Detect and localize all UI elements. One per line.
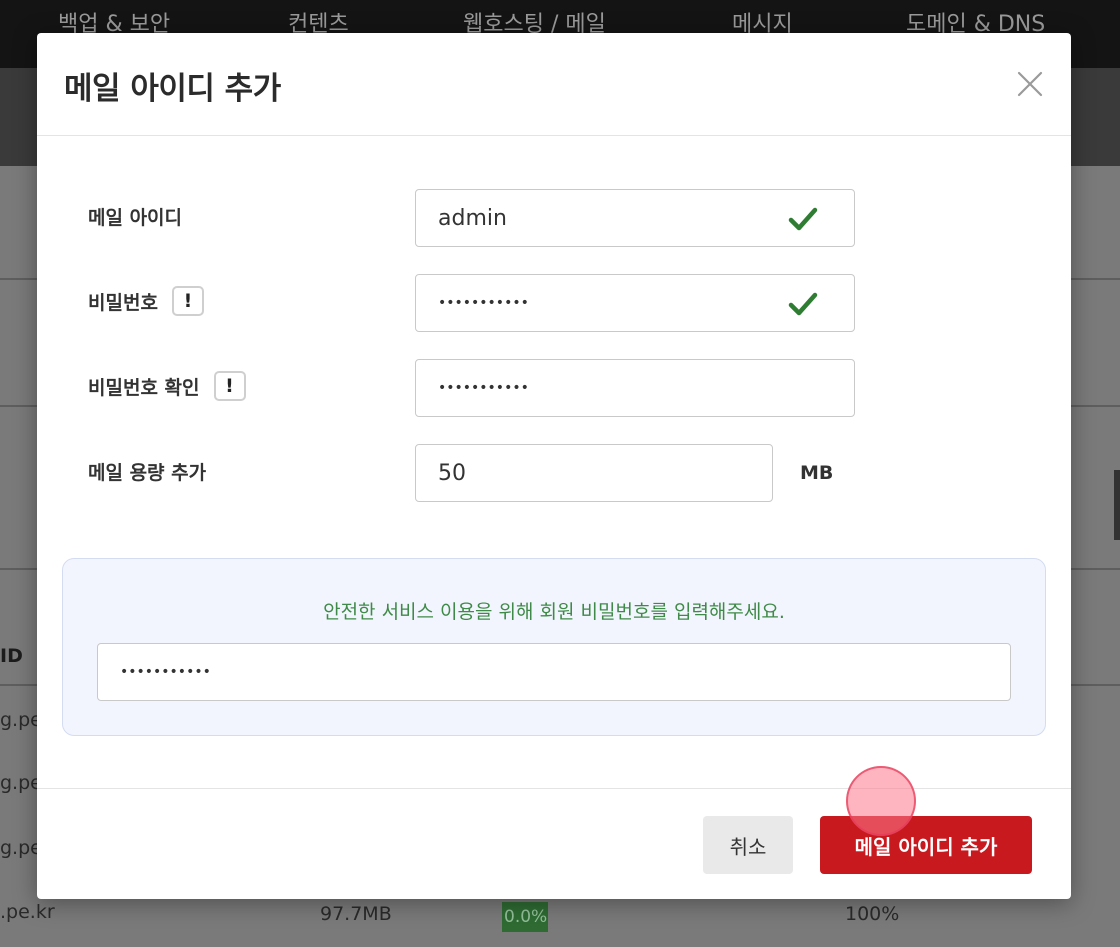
table-row[interactable]: .pe.kr: [0, 901, 55, 923]
modal-title: 메일 아이디 추가: [64, 71, 281, 107]
modal-footer: 취소 메일 아이디 추가: [37, 788, 1071, 899]
modal-header: 메일 아이디 추가: [37, 33, 1071, 136]
password-confirm-input[interactable]: [416, 360, 854, 416]
password-confirm-label: 비밀번호 확인 !: [88, 371, 246, 401]
password-confirm-field-wrapper: [415, 359, 855, 417]
table-row[interactable]: g.pe: [0, 837, 42, 859]
check-icon: [788, 207, 818, 231]
row-size: 97.7MB: [320, 903, 392, 925]
table-row[interactable]: g.pe: [0, 709, 42, 731]
quota-field-wrapper: [415, 444, 773, 502]
password-info-icon[interactable]: !: [171, 286, 204, 316]
password-label-text: 비밀번호: [88, 291, 158, 314]
password-field-wrapper: [415, 274, 855, 332]
member-password-field-wrapper: [97, 643, 1011, 701]
password-confirm-info-icon[interactable]: !: [213, 371, 246, 401]
usage-bar: 0.0%: [502, 902, 548, 932]
scroll-handle[interactable]: [1114, 470, 1120, 540]
cancel-button[interactable]: 취소: [703, 816, 793, 874]
quota-unit: MB: [800, 462, 834, 484]
check-icon: [788, 292, 818, 316]
close-button[interactable]: [1015, 69, 1045, 99]
verify-notice: 안전한 서비스 이용을 위해 회원 비밀번호를 입력해주세요.: [323, 601, 785, 623]
table-header-id: ID: [0, 645, 23, 667]
quota-label: 메일 용량 추가: [88, 458, 206, 485]
usage-label: 0.0%: [504, 907, 548, 927]
close-icon: [1017, 71, 1043, 97]
member-password-input[interactable]: [98, 644, 1010, 700]
table-row[interactable]: g.pe: [0, 772, 42, 794]
mail-id-field-wrapper: [415, 189, 855, 247]
quota-label-text: 메일 용량 추가: [88, 462, 207, 484]
mail-id-label-text: 메일 아이디: [88, 207, 183, 229]
quota-input[interactable]: [416, 445, 772, 501]
add-mail-id-modal: 메일 아이디 추가 메일 아이디 비밀번호 ! 비밀번호 확인 !: [37, 33, 1071, 899]
member-password-panel: 안전한 서비스 이용을 위해 회원 비밀번호를 입력해주세요.: [62, 558, 1046, 736]
password-label: 비밀번호 !: [88, 286, 204, 316]
mail-id-label: 메일 아이디: [88, 203, 182, 230]
password-confirm-label-text: 비밀번호 확인: [88, 376, 200, 399]
row-percent: 100%: [845, 903, 900, 925]
add-mail-id-button[interactable]: 메일 아이디 추가: [820, 816, 1032, 874]
